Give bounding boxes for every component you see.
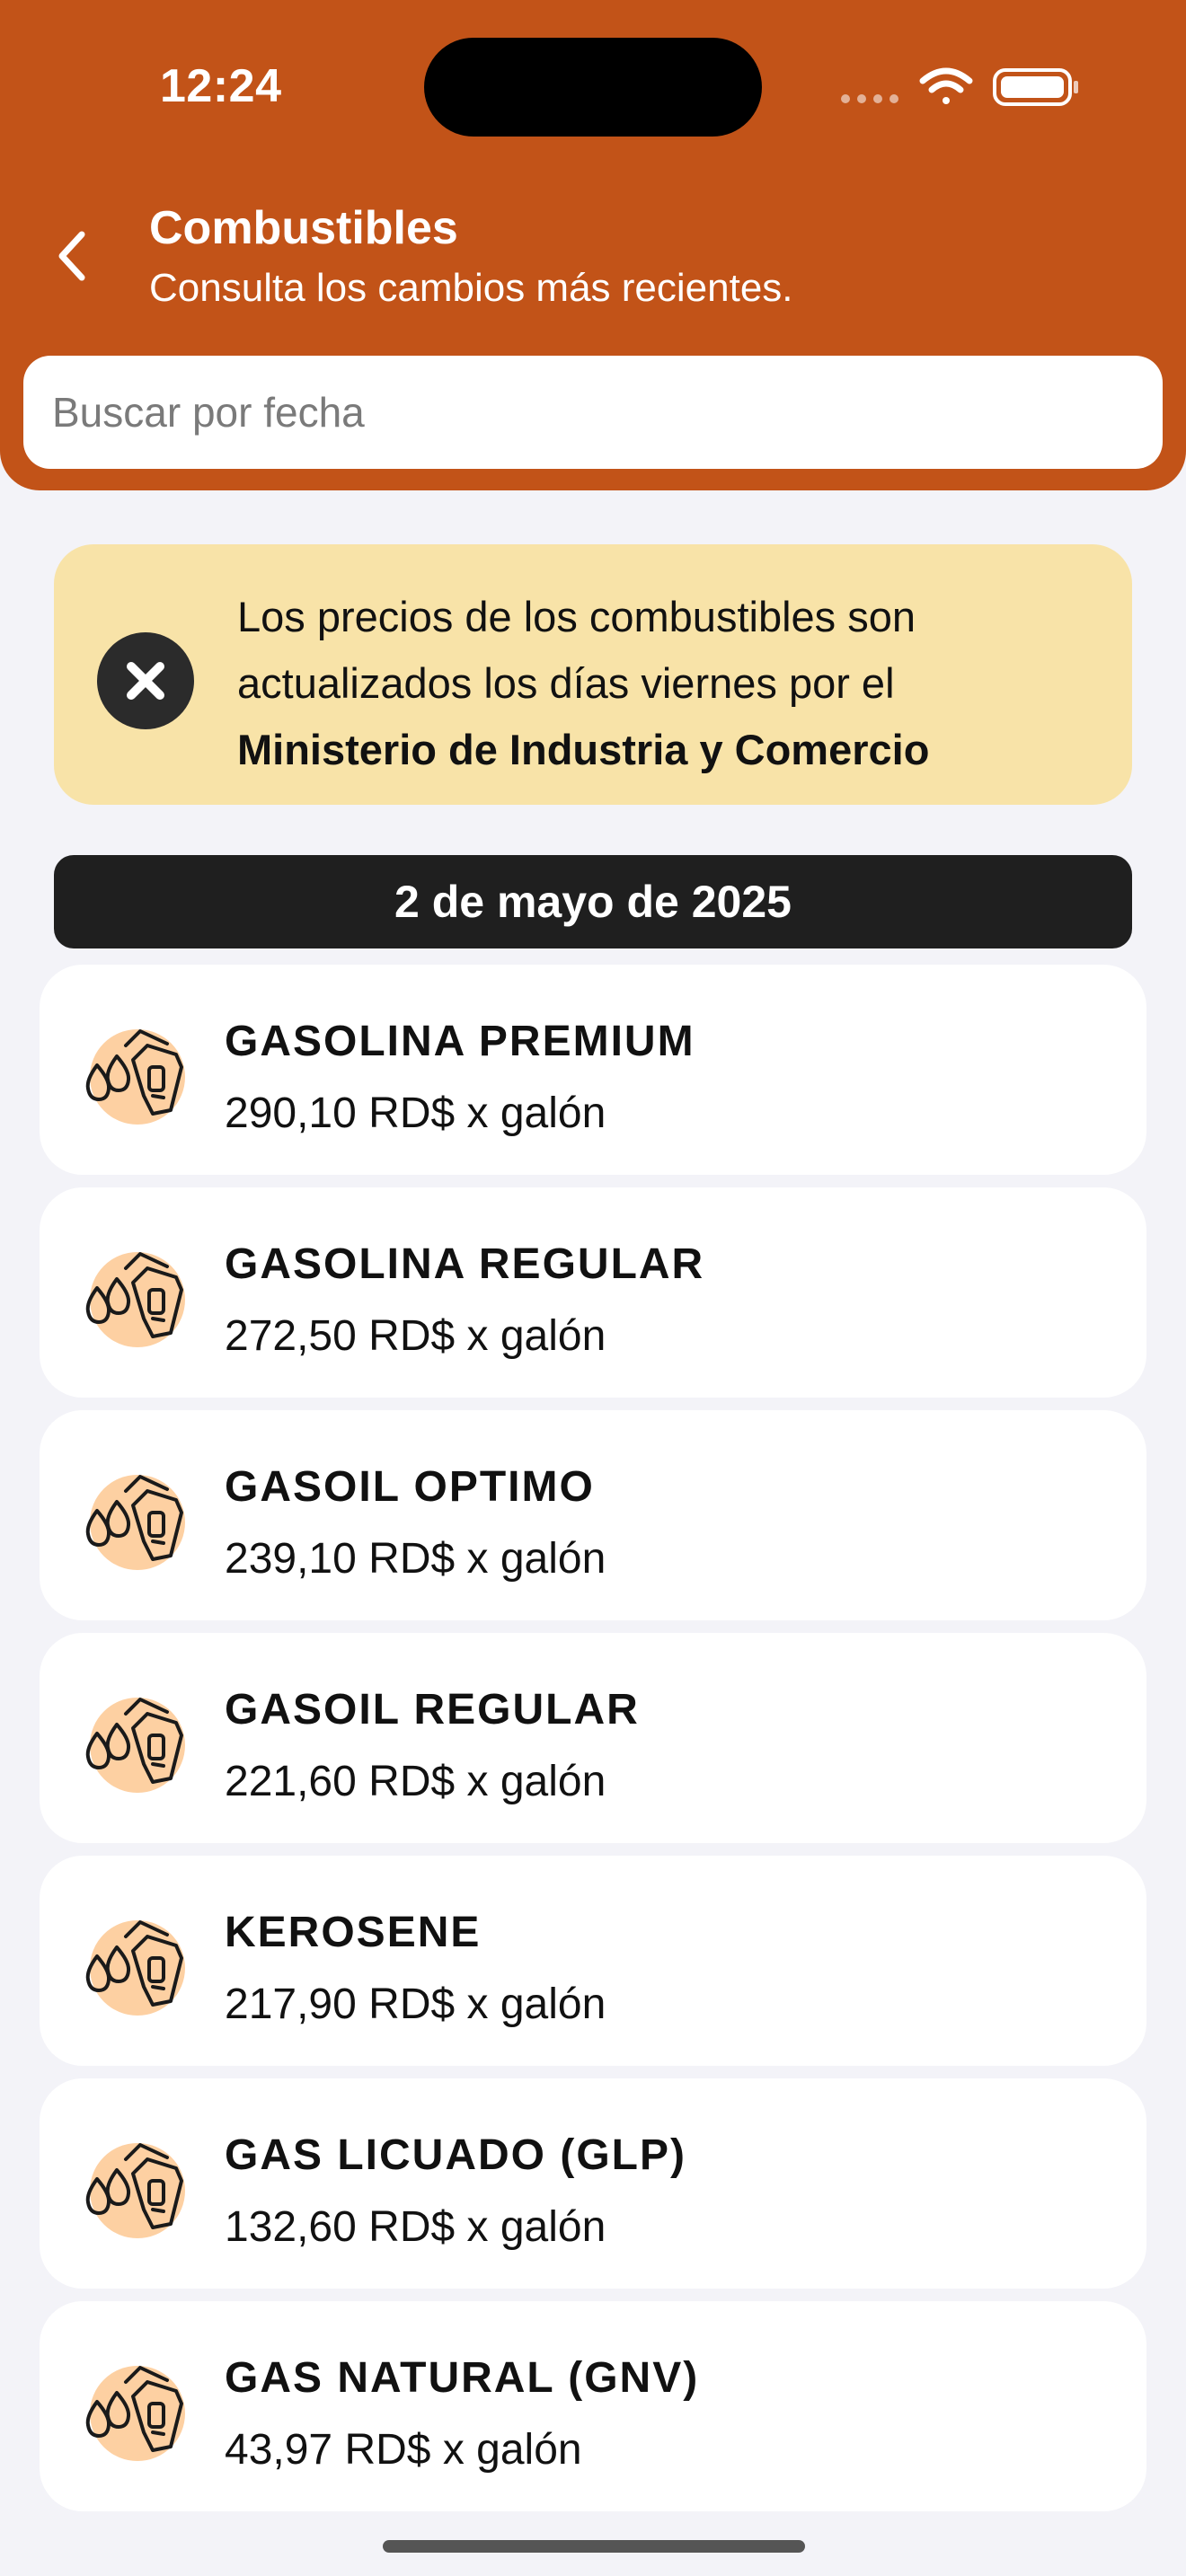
fuel-price: 43,97 RD$ x galón (225, 2426, 582, 2474)
fuel-nozzle-icon (81, 1024, 185, 1125)
fuel-name: GAS NATURAL (GNV) (225, 2354, 700, 2402)
fuel-list-item[interactable]: GASOIL REGULAR 221,60 RD$ x galón (40, 1633, 1146, 1843)
fuel-nozzle-icon (81, 1915, 185, 2016)
battery-icon (993, 68, 1078, 106)
fuel-name: GAS LICUADO (GLP) (225, 2131, 686, 2179)
page-subtitle: Consulta los cambios más recientes. (149, 266, 793, 310)
fuel-nozzle-icon (81, 1247, 185, 1347)
wifi-icon (919, 67, 973, 104)
signal-icon (841, 94, 898, 103)
fuel-price: 239,10 RD$ x galón (225, 1535, 606, 1583)
fuel-name: GASOIL OPTIMO (225, 1463, 595, 1511)
back-button[interactable] (41, 225, 104, 287)
fuel-list-item[interactable]: KEROSENE 217,90 RD$ x galón (40, 1856, 1146, 2066)
fuel-price: 132,60 RD$ x galón (225, 2203, 606, 2251)
fuel-price: 217,90 RD$ x galón (225, 1981, 606, 2028)
fuel-nozzle-icon (81, 1692, 185, 1793)
fuel-nozzle-icon (81, 1469, 185, 1570)
fuel-list-item[interactable]: GASOLINA PREMIUM 290,10 RD$ x galón (40, 965, 1146, 1175)
banner-line-2: actualizados los días viernes por el (237, 659, 895, 707)
search-input[interactable] (23, 356, 1163, 469)
date-header: 2 de mayo de 2025 (54, 855, 1132, 948)
fuel-name: GASOIL REGULAR (225, 1686, 640, 1734)
dynamic-island (424, 38, 762, 137)
banner-line-1: Los precios de los combustibles son (237, 593, 916, 640)
fuel-name: GASOLINA PREMIUM (225, 1018, 695, 1065)
banner-text: Los precios de los combustibles son actu… (237, 584, 1100, 783)
page-title: Combustibles (149, 202, 458, 254)
fuel-price: 221,60 RD$ x galón (225, 1758, 606, 1805)
fuel-list-item[interactable]: GAS LICUADO (GLP) 132,60 RD$ x galón (40, 2078, 1146, 2289)
fuel-list: GASOLINA PREMIUM 290,10 RD$ x galón GASO… (40, 965, 1146, 2524)
fuel-name: KEROSENE (225, 1909, 482, 1956)
fuel-nozzle-icon (81, 2360, 185, 2461)
fuel-price: 290,10 RD$ x galón (225, 1090, 606, 1137)
fuel-list-item[interactable]: GASOLINA REGULAR 272,50 RD$ x galón (40, 1187, 1146, 1398)
home-indicator (383, 2540, 805, 2553)
fuel-name: GASOLINA REGULAR (225, 1240, 705, 1288)
chevron-left-icon (58, 231, 85, 281)
fuel-list-item[interactable]: GASOIL OPTIMO 239,10 RD$ x galón (40, 1410, 1146, 1620)
app-header: 12:24 Combustibles Consulta los cambios … (0, 0, 1186, 490)
fuel-price: 272,50 RD$ x galón (225, 1312, 606, 1360)
banner-ministry: Ministerio de Industria y Comercio (237, 726, 930, 773)
fuel-nozzle-icon (81, 2138, 185, 2238)
fuel-list-item[interactable]: GAS NATURAL (GNV) 43,97 RD$ x galón (40, 2301, 1146, 2511)
close-circle-icon[interactable] (97, 632, 194, 729)
status-icons (840, 65, 1083, 110)
info-banner: Los precios de los combustibles son actu… (54, 544, 1132, 805)
status-time: 12:24 (160, 60, 282, 112)
